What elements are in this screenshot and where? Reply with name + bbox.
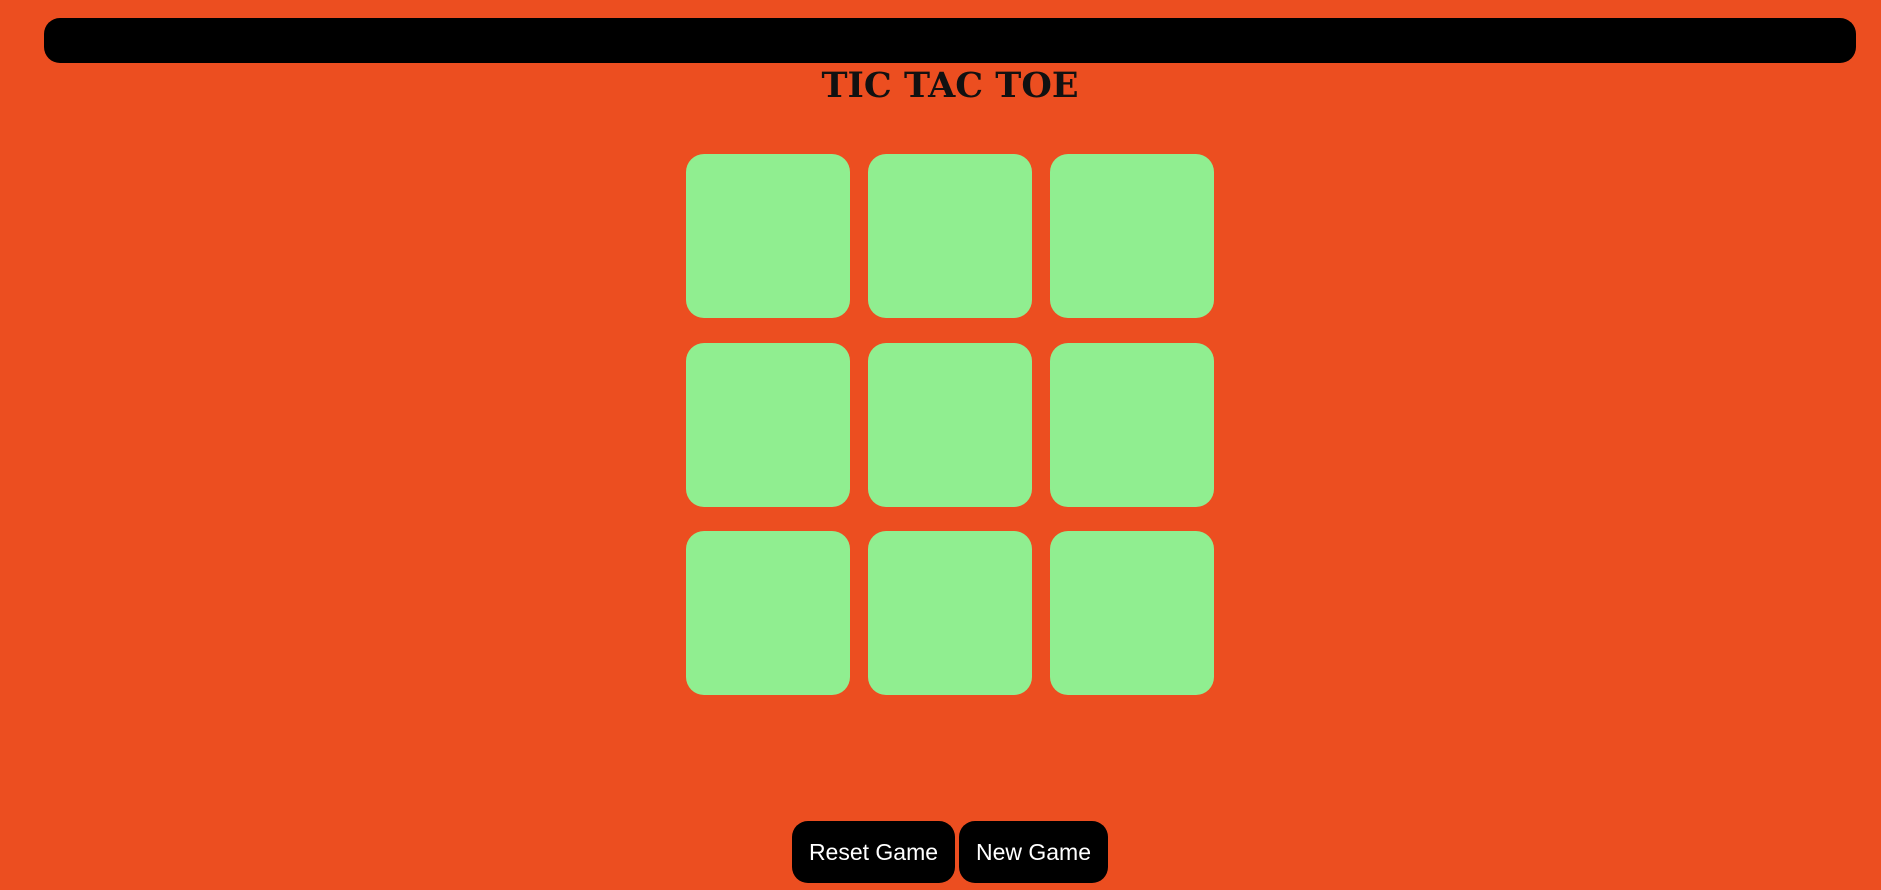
game-board	[686, 154, 1214, 695]
board-cell-9[interactable]	[1050, 531, 1214, 695]
board-cell-6[interactable]	[1050, 343, 1214, 507]
reset-game-button[interactable]: Reset Game	[792, 821, 955, 883]
board-cell-5[interactable]	[868, 343, 1032, 507]
top-bar	[44, 18, 1856, 63]
board-cell-1[interactable]	[686, 154, 850, 318]
board-cell-3[interactable]	[1050, 154, 1214, 318]
board-cell-2[interactable]	[868, 154, 1032, 318]
board-cell-4[interactable]	[686, 343, 850, 507]
new-game-button[interactable]: New Game	[959, 821, 1108, 883]
board-cell-8[interactable]	[868, 531, 1032, 695]
board-cell-7[interactable]	[686, 531, 850, 695]
game-title: TIC TAC TOE	[821, 65, 1079, 106]
